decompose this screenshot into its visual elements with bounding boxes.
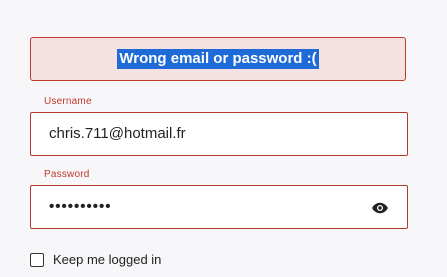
keep-logged-in-label[interactable]: Keep me logged in [53,252,161,267]
username-field[interactable]: chris.711@hotmail.fr [30,112,408,156]
login-form: Wrong email or password :( Username chri… [0,0,447,277]
password-label: Password [44,169,90,180]
keep-logged-in-row[interactable]: Keep me logged in [30,252,161,267]
username-label: Username [44,96,92,107]
password-field[interactable]: •••••••••• [30,185,408,229]
eye-icon[interactable] [371,199,389,217]
password-value: •••••••••• [49,198,112,215]
error-message: Wrong email or password :( [117,49,319,69]
username-value: chris.711@hotmail.fr [49,125,186,142]
error-alert: Wrong email or password :( [30,37,406,81]
keep-logged-in-checkbox[interactable] [30,252,44,267]
